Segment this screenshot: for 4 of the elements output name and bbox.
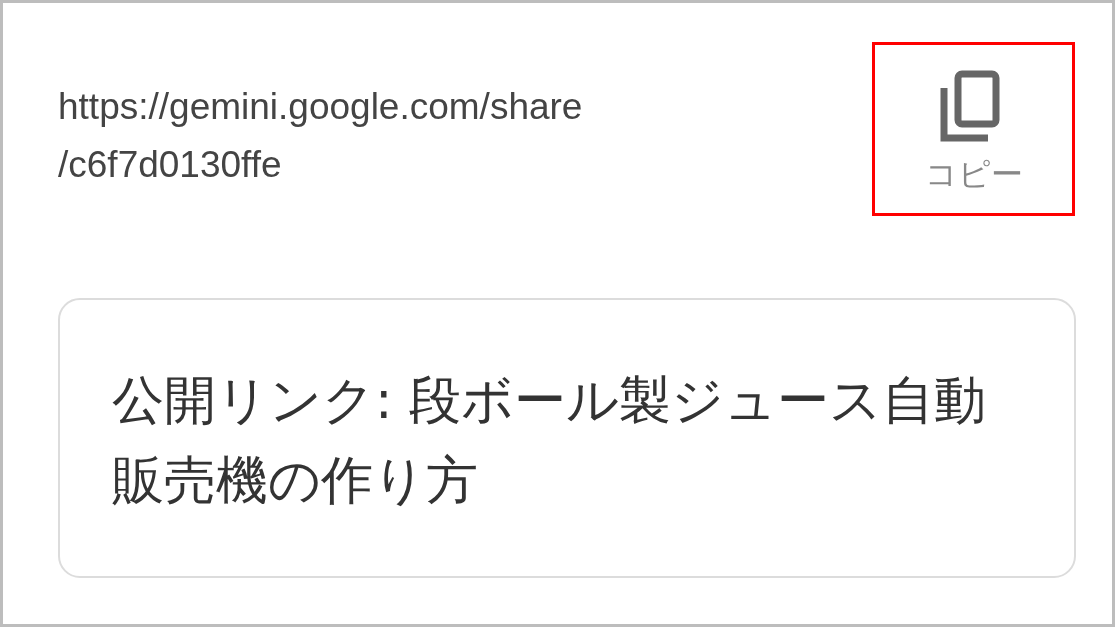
- copy-button[interactable]: コピー: [872, 42, 1075, 216]
- link-title: 公開リンク: 段ボール製ジュース自動販売機の作り方: [112, 369, 988, 512]
- share-url-line: /c6f7d0130ffe: [58, 143, 283, 187]
- share-url-line: https://gemini.google.com/share: [58, 85, 583, 129]
